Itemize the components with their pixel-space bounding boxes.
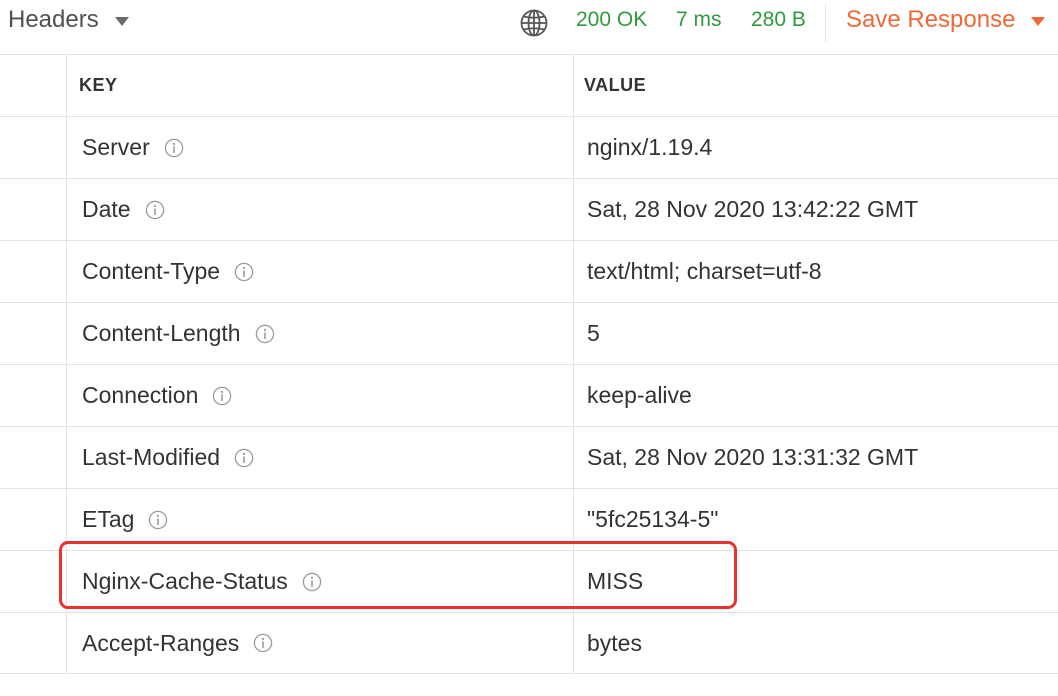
response-time[interactable]: 7 ms [676, 8, 722, 32]
key-cell: Connection [67, 365, 574, 426]
gutter-cell [0, 241, 67, 302]
value-cell: Sat, 28 Nov 2020 13:42:22 GMT [574, 179, 1058, 240]
column-header-value: VALUE [584, 75, 647, 95]
header-value[interactable]: MISS [587, 568, 643, 595]
response-toolbar: Headers 200 OK 7 ms 280 B Save Response [0, 0, 1058, 44]
gutter-cell [0, 179, 67, 240]
header-key[interactable]: Date [82, 196, 131, 223]
value-cell: "5fc25134-5" [574, 489, 1058, 550]
table-header-row: KEY VALUE [0, 54, 1058, 116]
table-row: Content-Length 5 [0, 302, 1058, 364]
info-icon[interactable] [253, 633, 273, 653]
gutter-cell [0, 117, 67, 178]
header-key[interactable]: Accept-Ranges [82, 630, 239, 657]
header-key[interactable]: Content-Type [82, 258, 220, 285]
header-value[interactable]: keep-alive [587, 382, 692, 409]
status-code[interactable]: 200 OK [576, 8, 647, 32]
headers-table: KEY VALUE Server nginx/1.19.4 Date Sat, 28 … [0, 54, 1058, 674]
header-key[interactable]: ETag [82, 506, 134, 533]
info-icon[interactable] [234, 448, 254, 468]
table-row: Connection keep-alive [0, 364, 1058, 426]
key-cell: Server [67, 117, 574, 178]
value-cell: keep-alive [574, 365, 1058, 426]
gutter-cell [0, 551, 67, 612]
key-cell: Date [67, 179, 574, 240]
key-cell: Content-Type [67, 241, 574, 302]
value-cell: text/html; charset=utf-8 [574, 241, 1058, 302]
gutter-cell [0, 365, 67, 426]
table-row: Server nginx/1.19.4 [0, 116, 1058, 178]
info-icon[interactable] [145, 200, 165, 220]
info-icon[interactable] [164, 138, 184, 158]
gutter-cell [0, 613, 67, 673]
info-icon[interactable] [255, 324, 275, 344]
header-value[interactable]: 5 [587, 320, 600, 347]
value-cell: MISS [574, 551, 1058, 612]
gutter-cell [0, 427, 67, 488]
info-icon[interactable] [302, 572, 322, 592]
header-value[interactable]: Sat, 28 Nov 2020 13:31:32 GMT [587, 444, 918, 471]
chevron-down-icon [114, 17, 129, 26]
header-value[interactable]: bytes [587, 630, 642, 657]
header-key[interactable]: Nginx-Cache-Status [82, 568, 288, 595]
value-cell: bytes [574, 613, 1058, 673]
table-row: ETag "5fc25134-5" [0, 488, 1058, 550]
headers-tab-label: Headers [8, 6, 99, 33]
table-row: Content-Type text/html; charset=utf-8 [0, 240, 1058, 302]
column-header-key: KEY [67, 55, 574, 116]
save-response-label: Save Response [846, 6, 1016, 33]
header-value[interactable]: nginx/1.19.4 [587, 134, 712, 161]
header-value[interactable]: text/html; charset=utf-8 [587, 258, 822, 285]
header-key[interactable]: Server [82, 134, 150, 161]
header-value[interactable]: "5fc25134-5" [587, 506, 718, 533]
table-row: Accept-Ranges bytes [0, 612, 1058, 674]
save-response-button[interactable]: Save Response [846, 6, 1046, 34]
table-row: Date Sat, 28 Nov 2020 13:42:22 GMT [0, 178, 1058, 240]
table-row: Last-Modified Sat, 28 Nov 2020 13:31:32 G… [0, 426, 1058, 488]
chevron-down-icon [1031, 17, 1046, 26]
header-key[interactable]: Connection [82, 382, 198, 409]
globe-icon[interactable] [519, 8, 549, 38]
key-cell: Last-Modified [67, 427, 574, 488]
info-icon[interactable] [148, 510, 168, 530]
value-cell: 5 [574, 303, 1058, 364]
key-cell: Accept-Ranges [67, 613, 574, 673]
response-size[interactable]: 280 B [751, 8, 806, 32]
value-cell: Sat, 28 Nov 2020 13:31:32 GMT [574, 427, 1058, 488]
header-value[interactable]: Sat, 28 Nov 2020 13:42:22 GMT [587, 196, 918, 223]
header-key[interactable]: Last-Modified [82, 444, 220, 471]
headers-tab-dropdown[interactable]: Headers [8, 6, 129, 34]
toolbar-divider [825, 4, 826, 42]
gutter-cell [0, 55, 67, 116]
key-cell: Nginx-Cache-Status [67, 551, 574, 612]
table-body: Server nginx/1.19.4 Date Sat, 28 Nov 2020 1… [0, 116, 1058, 674]
value-cell: nginx/1.19.4 [574, 117, 1058, 178]
info-icon[interactable] [212, 386, 232, 406]
gutter-cell [0, 303, 67, 364]
gutter-cell [0, 489, 67, 550]
header-key[interactable]: Content-Length [82, 320, 241, 347]
info-icon[interactable] [234, 262, 254, 282]
key-cell: Content-Length [67, 303, 574, 364]
key-cell: ETag [67, 489, 574, 550]
table-row: Nginx-Cache-Status MISS [0, 550, 1058, 612]
